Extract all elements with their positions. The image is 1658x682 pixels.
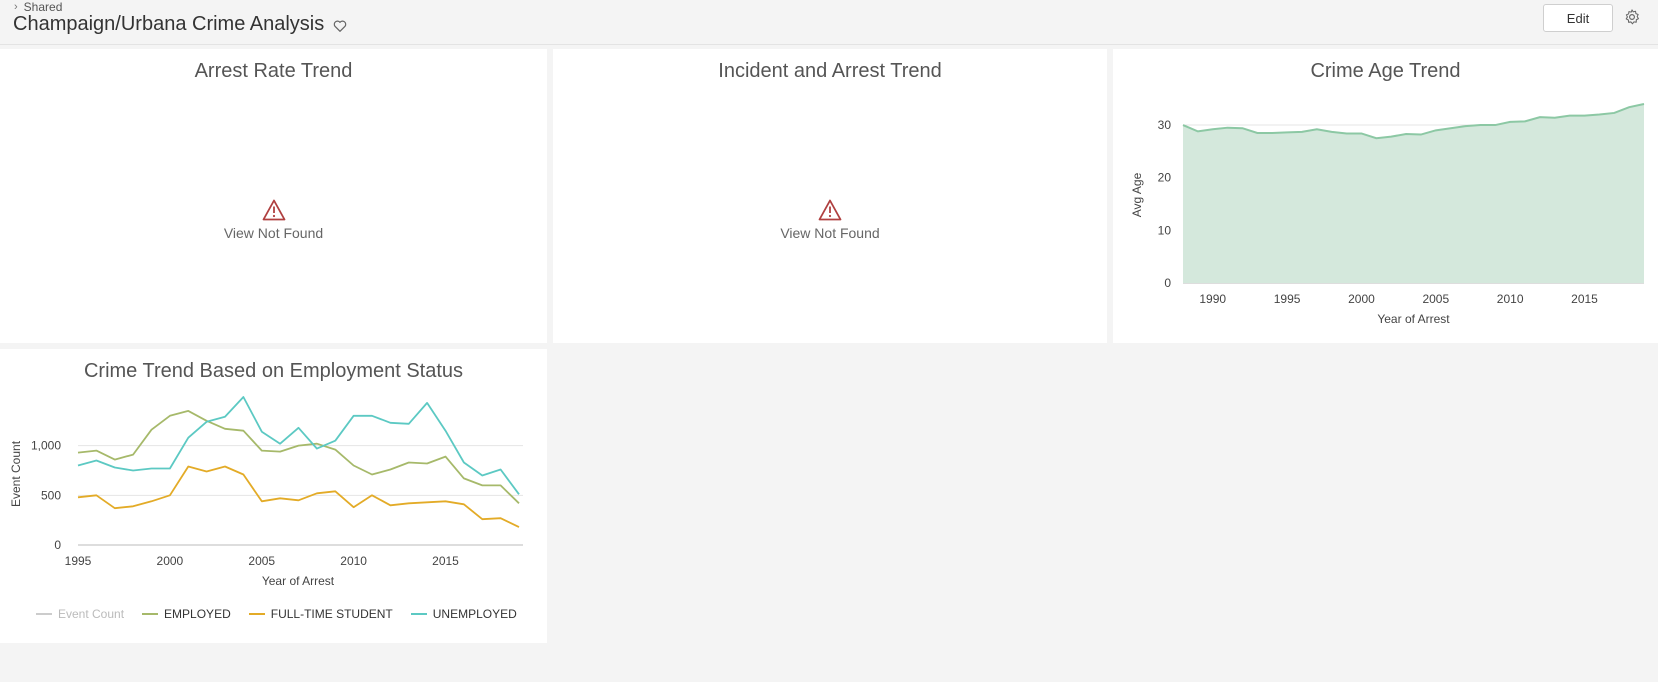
x-tick-label: 1995	[1274, 292, 1301, 306]
x-tick-label: 1995	[65, 554, 92, 568]
y-tick-label: 500	[41, 488, 61, 502]
tile-arrest-rate-trend: Arrest Rate Trend View Not Found	[0, 49, 547, 343]
heart-icon[interactable]	[332, 18, 348, 34]
x-tick-label: 2010	[1497, 292, 1524, 306]
legend-item-employed[interactable]: EMPLOYED	[142, 607, 231, 621]
legend-label: UNEMPLOYED	[432, 607, 517, 621]
series-line-employed	[77, 410, 520, 504]
legend-item-event-count[interactable]: Event Count	[36, 607, 124, 621]
y-tick-label: 0	[54, 538, 61, 552]
edit-button[interactable]: Edit	[1543, 4, 1613, 32]
employment-chart[interactable]: 0 500 1,000 1995 2000 2005 2010 2015 Year of Arr…	[0, 349, 547, 599]
tile-employment-trend: Crime Trend Based on Employment Status 0…	[0, 349, 547, 643]
breadcrumb[interactable]: › Shared	[14, 0, 62, 14]
gear-icon[interactable]	[1623, 8, 1641, 26]
x-tick-label: 2015	[1571, 292, 1598, 306]
y-tick-label: 10	[1158, 223, 1172, 237]
x-tick-label: 1990	[1199, 292, 1226, 306]
x-tick-label: 2010	[340, 554, 367, 568]
dashboard-header: › Shared Champaign/Urbana Crime Analysis…	[0, 0, 1658, 45]
series-line-full-time-student	[77, 465, 520, 528]
x-axis-label: Year of Arrest	[1377, 312, 1450, 326]
not-found-message: View Not Found	[223, 225, 324, 241]
view-not-found: View Not Found	[553, 199, 1107, 243]
x-tick-label: 2005	[1422, 292, 1449, 306]
page-title: Champaign/Urbana Crime Analysis	[13, 13, 325, 35]
legend-swatch	[142, 613, 159, 615]
legend-swatch	[410, 613, 427, 615]
x-tick-label: 2015	[432, 554, 459, 568]
legend-swatch	[248, 613, 265, 615]
y-tick-label: 30	[1158, 118, 1172, 132]
tile-incident-arrest-trend: Incident and Arrest Trend View Not Found	[553, 49, 1107, 343]
y-axis-label: Avg Age	[1130, 172, 1144, 217]
y-tick-label: 0	[1164, 276, 1171, 290]
x-tick-label: 2005	[248, 554, 275, 568]
chart-legend: Event Count EMPLOYED FULL-TIME STUDENT UNEM…	[36, 607, 517, 621]
y-tick-label: 1,000	[31, 439, 61, 453]
legend-swatch	[36, 613, 52, 615]
y-tick-label: 20	[1158, 171, 1172, 185]
view-not-found: View Not Found	[0, 199, 547, 243]
legend-label: EMPLOYED	[164, 607, 231, 621]
legend-item-full-time-student[interactable]: FULL-TIME STUDENT	[248, 607, 393, 621]
tile-title: Incident and Arrest Trend	[718, 60, 942, 82]
not-found-message: View Not Found	[780, 225, 880, 241]
x-tick-label: 2000	[1348, 292, 1375, 306]
breadcrumb-label[interactable]: Shared	[24, 0, 63, 14]
tile-crime-age-trend: Crime Age Trend 0 10 20 30 1990 1995 2000 2005 2…	[1113, 49, 1658, 343]
tile-title: Arrest Rate Trend	[194, 60, 353, 82]
legend-label: Event Count	[58, 607, 125, 621]
x-tick-label: 2000	[157, 554, 184, 568]
warning-icon	[262, 199, 285, 221]
legend-item-unemployed[interactable]: UNEMPLOYED	[410, 607, 517, 621]
page-title-container: Champaign/Urbana Crime Analysis	[13, 13, 348, 36]
warning-icon	[818, 199, 842, 221]
chevron-right-icon: ›	[14, 1, 18, 13]
x-axis-label: Year of Arrest	[262, 574, 335, 588]
y-axis-label: Event Count	[9, 440, 23, 507]
crime-age-chart[interactable]: 0 10 20 30 1990 1995 2000 2005 2010 2015 Year of A…	[1113, 49, 1658, 343]
legend-label: FULL-TIME STUDENT	[270, 607, 393, 621]
